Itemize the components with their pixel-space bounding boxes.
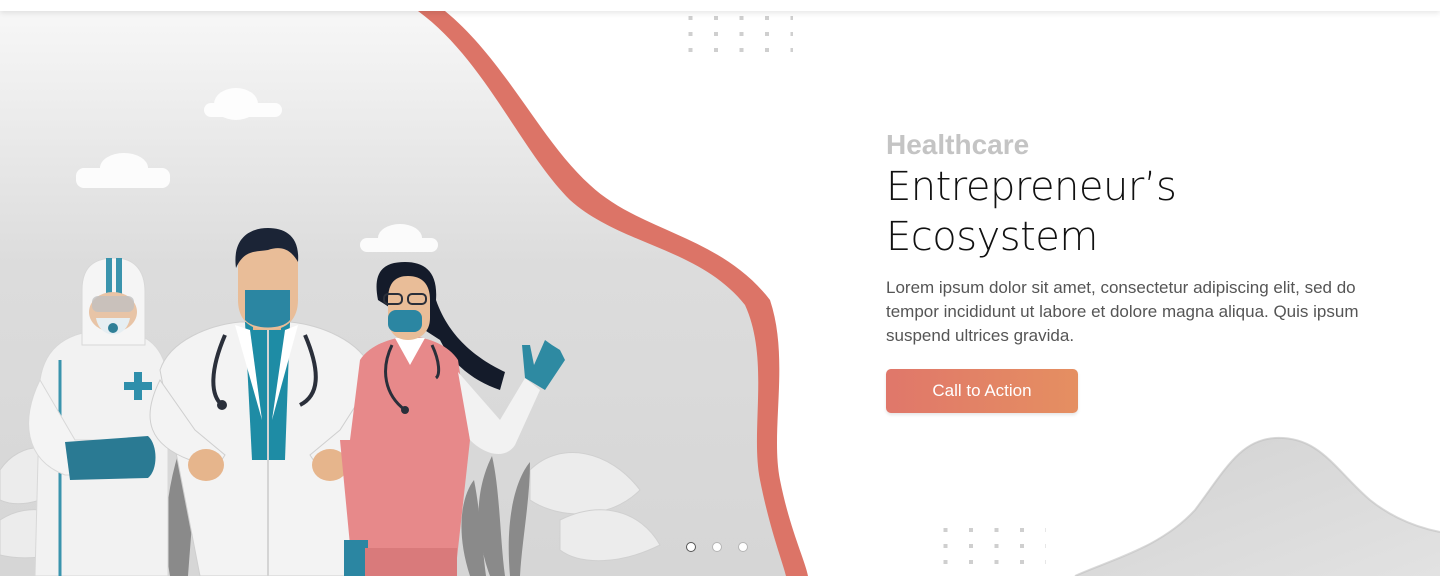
dot-grid-top xyxy=(683,11,793,53)
grey-blob xyxy=(1075,437,1440,576)
carousel-dot-3[interactable] xyxy=(738,542,748,552)
hero-body-text: Lorem ipsum dolor sit amet, consectetur … xyxy=(886,278,1359,345)
hero-headline: Entrepreneur’s Ecosystem xyxy=(886,164,1177,260)
top-navbar-strip xyxy=(0,0,1440,11)
hero-content: Healthcare Entrepreneur’s Ecosystem Lore… xyxy=(886,128,1406,413)
hero-kicker: Healthcare xyxy=(886,129,1030,160)
carousel-indicators xyxy=(686,542,748,552)
carousel-dot-1[interactable] xyxy=(686,542,696,552)
dot-grid-bottom xyxy=(936,523,1046,571)
call-to-action-button[interactable]: Call to Action xyxy=(886,369,1078,413)
carousel-dot-2[interactable] xyxy=(712,542,722,552)
